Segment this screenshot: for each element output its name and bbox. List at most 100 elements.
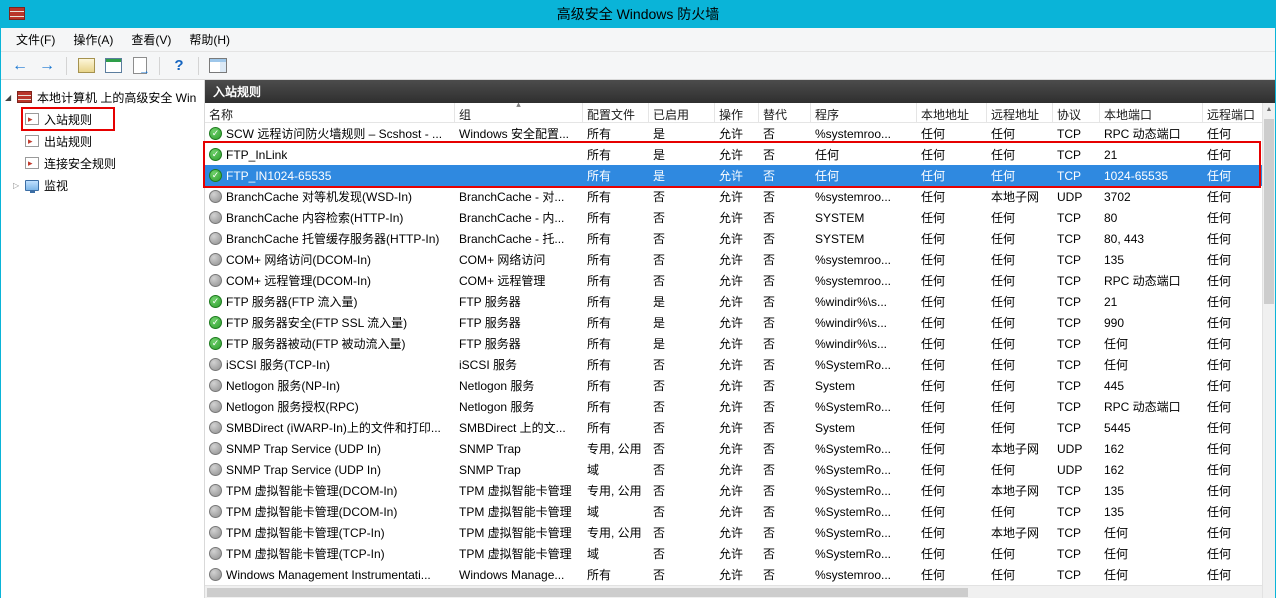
back-icon[interactable] [9, 55, 31, 77]
forward-icon[interactable] [36, 55, 58, 77]
show-console-tree-icon[interactable] [75, 55, 97, 77]
cell-name: BranchCache 内容检索(HTTP-In) [205, 209, 455, 226]
table-row[interactable]: SNMP Trap Service (UDP In) SNMP Trap 专用, 公… [205, 438, 1275, 459]
table-row[interactable]: ✓ FTP 服务器(FTP 流入量) FTP 服务器 所有 是 允许 否 %windir%\s… [205, 291, 1275, 312]
console-window-icon[interactable] [102, 55, 124, 77]
sidebar-item-monitoring[interactable]: ▷ 监视 [1, 174, 204, 196]
vertical-scrollbar-thumb[interactable] [1264, 119, 1274, 304]
table-row[interactable]: ✓ FTP_InLink 所有 是 允许 否 任何 任何 任何 TCP 21 任何 [205, 144, 1275, 165]
cell-override: 否 [763, 211, 776, 225]
table-row[interactable]: BranchCache 对等机发现(WSD-In) BranchCache - 对… [205, 186, 1275, 207]
column-header-10[interactable]: 本地端口 [1100, 103, 1203, 122]
table-row[interactable]: Netlogon 服务授权(RPC) Netlogon 服务 所有 否 允许 否 %Syst… [205, 396, 1275, 417]
column-header-8[interactable]: 远程地址 [987, 103, 1053, 122]
cell-action: 允许 [719, 526, 744, 540]
table-row[interactable]: Netlogon 服务(NP-In) Netlogon 服务 所有 否 允许 否 Syste… [205, 375, 1275, 396]
table-row[interactable]: BranchCache 内容检索(HTTP-In) BranchCache - 内… [205, 207, 1275, 228]
cell-program: 任何 [815, 169, 840, 183]
cell-enabled: 否 [653, 505, 666, 519]
cell-group: TPM 虚拟智能卡管理 [459, 547, 572, 561]
action-pane-icon[interactable] [207, 55, 229, 77]
table-row[interactable]: TPM 虚拟智能卡管理(TCP-In) TPM 虚拟智能卡管理 域 否 允许 否 %Syst… [205, 543, 1275, 564]
cell-override: 否 [763, 295, 776, 309]
cell-name: COM+ 远程管理(DCOM-In) [205, 272, 455, 289]
cell-action: 允许 [719, 358, 744, 372]
cell-remote_address: 任何 [991, 232, 1016, 246]
cell-name: TPM 虚拟智能卡管理(TCP-In) [205, 545, 455, 562]
column-header-2[interactable]: 配置文件 [583, 103, 649, 122]
sidebar-item-outbound-rules[interactable]: 出站规则 [1, 130, 204, 152]
rule-name: SNMP Trap Service (UDP In) [226, 441, 381, 456]
cell-local_address: 任何 [921, 274, 946, 288]
table-row[interactable]: ✓ FTP 服务器安全(FTP SSL 流入量) FTP 服务器 所有 是 允许 否 %win… [205, 312, 1275, 333]
table-row[interactable]: BranchCache 托管缓存服务器(HTTP-In) BranchCache … [205, 228, 1275, 249]
cell-group: BranchCache - 托... [459, 232, 565, 246]
export-list-icon[interactable] [129, 55, 151, 77]
title-bar[interactable]: 高级安全 Windows 防火墙 [1, 0, 1275, 28]
column-header-6[interactable]: 程序 [811, 103, 917, 122]
cell-enabled: 否 [653, 400, 666, 414]
cell-action: 允许 [719, 253, 744, 267]
menu-item-action[interactable]: 操作(A) [64, 27, 122, 52]
table-row[interactable]: Windows Management Instrumentati... Windo… [205, 564, 1275, 585]
cell-program: System [815, 378, 856, 393]
expanded-triangle-icon[interactable]: ◢ [5, 93, 17, 102]
menu-bar: 文件(F) 操作(A) 查看(V) 帮助(H) [1, 28, 1275, 52]
cell-profile: 所有 [587, 127, 612, 141]
cell-remote_address: 任何 [991, 274, 1016, 288]
column-header-9[interactable]: 协议 [1053, 103, 1100, 122]
table-row[interactable]: TPM 虚拟智能卡管理(DCOM-In) TPM 虚拟智能卡管理 专用, 公用否允许… [205, 480, 1275, 501]
cell-program: %SystemRo... [815, 504, 892, 519]
sidebar-item-connection-security-rules[interactable]: 连接安全规则 [1, 152, 204, 174]
scroll-up-icon[interactable] [1263, 103, 1275, 117]
sidebar-item-inbound-rules[interactable]: 入站规则 [1, 108, 204, 130]
cell-remote_port: 任何 [1207, 568, 1232, 582]
cell-remote_port: 任何 [1207, 526, 1232, 540]
cell-protocol: TCP [1057, 273, 1081, 288]
cell-override: 否 [763, 316, 776, 330]
column-header-1[interactable]: 组 [455, 103, 583, 122]
column-header-3[interactable]: 已启用 [649, 103, 715, 122]
table-row[interactable]: iSCSI 服务(TCP-In) iSCSI 服务 所有 否 允许 否 %SystemRo.… [205, 354, 1275, 375]
cell-remote_port: 任何 [1207, 484, 1232, 498]
horizontal-scrollbar-thumb[interactable] [207, 588, 969, 597]
cell-name: ✓ FTP 服务器被动(FTP 被动流入量) [205, 335, 455, 352]
disabled-rule-icon [209, 358, 222, 371]
menu-item-view[interactable]: 查看(V) [122, 27, 180, 52]
cell-enabled: 是 [653, 337, 666, 351]
cell-protocol: TCP [1057, 336, 1081, 351]
tree-root[interactable]: ◢ 本地计算机 上的高级安全 Win [1, 86, 204, 108]
cell-local_port: 3702 [1104, 189, 1131, 204]
table-row[interactable]: ✓ FTP 服务器被动(FTP 被动流入量) FTP 服务器 所有 是 允许 否 %windi… [205, 333, 1275, 354]
table-row[interactable]: SMBDirect (iWARP-In)上的文件和打印... SMBDirect … [205, 417, 1275, 438]
horizontal-scrollbar[interactable] [205, 585, 1262, 598]
help-icon[interactable] [168, 55, 190, 77]
cell-override: 否 [763, 190, 776, 204]
enabled-rule-icon: ✓ [209, 295, 222, 308]
table-row[interactable]: TPM 虚拟智能卡管理(DCOM-In) TPM 虚拟智能卡管理 域 否 允许 否 %Sys… [205, 501, 1275, 522]
vertical-scrollbar[interactable] [1262, 103, 1275, 598]
cell-protocol: UDP [1057, 462, 1083, 477]
table-row[interactable]: COM+ 远程管理(DCOM-In) COM+ 远程管理 所有 否 允许 否 %system… [205, 270, 1275, 291]
menu-item-file[interactable]: 文件(F) [7, 27, 64, 52]
column-header-7[interactable]: 本地地址 [917, 103, 987, 122]
collapsed-triangle-icon[interactable]: ▷ [13, 181, 25, 190]
cell-remote_address: 任何 [991, 400, 1016, 414]
rule-name: SNMP Trap Service (UDP In) [226, 462, 381, 477]
rule-name: FTP 服务器被动(FTP 被动流入量) [226, 337, 406, 351]
cell-local_address: 任何 [921, 127, 946, 141]
column-header-0[interactable]: 名称 [205, 103, 455, 122]
table-row[interactable]: ✓ FTP_IN1024-65535 所有 是 允许 否 任何 任何 任何 TCP 1024-655… [205, 165, 1275, 186]
column-header-11[interactable]: 远程端口 [1203, 103, 1263, 122]
cell-override: 否 [763, 505, 776, 519]
table-row[interactable]: ✓ SCW 远程访问防火墙规则 – Scshost - ... Windows 安全… [205, 123, 1275, 144]
table-row[interactable]: TPM 虚拟智能卡管理(TCP-In) TPM 虚拟智能卡管理 专用, 公用否允许否… [205, 522, 1275, 543]
table-row[interactable]: SNMP Trap Service (UDP In) SNMP Trap 域 否 允许 否… [205, 459, 1275, 480]
column-header-4[interactable]: 操作 [715, 103, 759, 122]
cell-local_address: 任何 [921, 358, 946, 372]
menu-item-help[interactable]: 帮助(H) [180, 27, 239, 52]
rule-name: Netlogon 服务授权(RPC) [226, 400, 359, 414]
column-header-5[interactable]: 替代 [759, 103, 811, 122]
cell-remote_address: 任何 [991, 379, 1016, 393]
table-row[interactable]: COM+ 网络访问(DCOM-In) COM+ 网络访问 所有 否 允许 否 %system… [205, 249, 1275, 270]
